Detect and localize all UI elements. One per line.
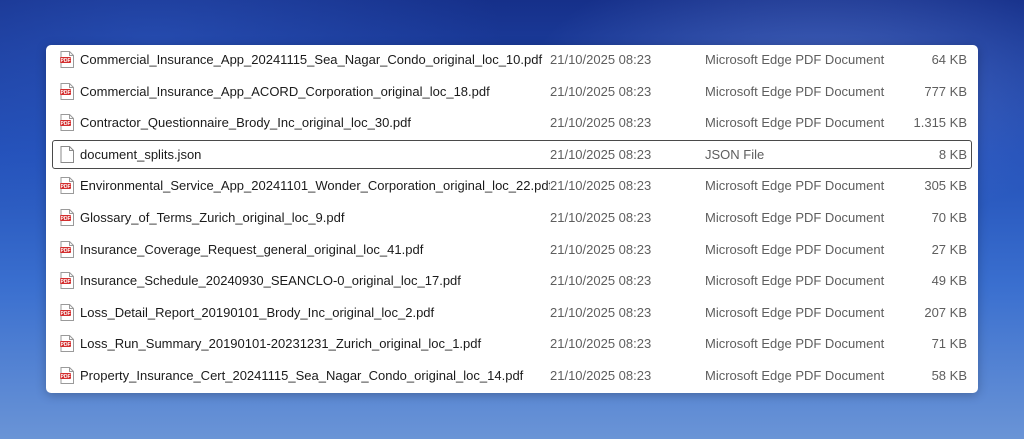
svg-text:PDF: PDF [61, 342, 71, 348]
file-row[interactable]: PDF Loss_Detail_Report_20190101_Brody_Inc… [52, 298, 972, 327]
file-row[interactable]: PDF Property_Insurance_Cert_20241115_Sea_… [52, 361, 972, 390]
file-name: Insurance_Schedule_20240930_SEANCLO-0_or… [80, 273, 461, 289]
file-type: Microsoft Edge PDF Document [705, 273, 885, 289]
file-size: 70 KB [931, 210, 967, 225]
pdf-file-icon: PDF [60, 114, 74, 132]
file-type: Microsoft Edge PDF Document [705, 178, 885, 194]
file-type: Microsoft Edge PDF Document [705, 83, 885, 99]
svg-text:PDF: PDF [61, 58, 71, 64]
file-type: Microsoft Edge PDF Document [705, 115, 885, 131]
file-row[interactable]: PDF Loss_Run_Summary_20190101-20231231_Zu… [52, 329, 972, 358]
file-date-modified: 21/10/2025 08:23 [550, 273, 652, 289]
svg-text:PDF: PDF [61, 184, 71, 190]
svg-text:PDF: PDF [61, 311, 71, 317]
file-type: Microsoft Edge PDF Document [705, 336, 885, 352]
file-size: 64 KB [931, 52, 967, 67]
file-size: 305 KB [924, 178, 967, 194]
svg-text:PDF: PDF [61, 374, 71, 380]
file-date-modified: 21/10/2025 08:23 [550, 146, 652, 162]
file-type: JSON File [705, 146, 765, 162]
svg-text:PDF: PDF [61, 248, 71, 254]
file-size: 1.315 KB [913, 115, 968, 131]
file-name: Environmental_Service_App_20241101_Wonde… [80, 178, 550, 194]
file-row[interactable]: PDF Commercial_Insurance_App_ACORD_Corpor… [52, 77, 972, 106]
file-type: Microsoft Edge PDF Document [705, 52, 885, 67]
file-name: Insurance_Coverage_Request_general_origi… [80, 241, 424, 257]
file-size: 777 KB [924, 83, 967, 99]
pdf-file-icon: PDF [60, 240, 74, 258]
pdf-file-icon: PDF [60, 303, 74, 321]
file-row[interactable]: PDF Commercial_Insurance_App_20241115_Sea… [52, 45, 972, 74]
pdf-file-icon: PDF [60, 51, 74, 68]
file-size: 27 KB [931, 241, 967, 257]
file-type: Microsoft Edge PDF Document [705, 368, 885, 383]
pdf-file-icon: PDF [60, 272, 74, 290]
file-date-modified: 21/10/2025 08:23 [550, 304, 652, 320]
svg-text:PDF: PDF [61, 121, 71, 127]
file-date-modified: 21/10/2025 08:23 [550, 241, 652, 257]
file-date-modified: 21/10/2025 08:23 [550, 210, 652, 225]
file-row[interactable]: PDF Environmental_Service_App_20241101_Wo… [52, 171, 972, 200]
file-type: Microsoft Edge PDF Document [705, 241, 885, 257]
pdf-file-icon: PDF [60, 335, 74, 353]
pdf-file-icon: PDF [60, 209, 74, 226]
file-date-modified: 21/10/2025 08:23 [550, 83, 652, 99]
file-list-panel: PDF Commercial_Insurance_App_20241115_Sea… [46, 45, 978, 393]
pdf-file-icon: PDF [60, 177, 74, 195]
file-size: 58 KB [931, 368, 967, 383]
file-date-modified: 21/10/2025 08:23 [550, 336, 652, 352]
svg-text:PDF: PDF [61, 216, 71, 222]
file-name: Loss_Run_Summary_20190101-20231231_Zuric… [80, 336, 482, 352]
file-list: PDF Commercial_Insurance_App_20241115_Sea… [46, 45, 978, 393]
file-name: Commercial_Insurance_App_ACORD_Corporati… [80, 83, 490, 99]
file-row[interactable]: PDF Glossary_of_Terms_Zurich_original_loc… [52, 203, 972, 232]
file-type: Microsoft Edge PDF Document [705, 304, 885, 320]
file-size: 8 KB [938, 146, 967, 162]
file-name: Glossary_of_Terms_Zurich_original_loc_9.… [80, 210, 345, 225]
file-name: Loss_Detail_Report_20190101_Brody_Inc_or… [80, 304, 435, 320]
file-size: 49 KB [931, 273, 967, 289]
file-name: Commercial_Insurance_App_20241115_Sea_Na… [80, 52, 543, 67]
pdf-file-icon: PDF [60, 367, 74, 384]
file-date-modified: 21/10/2025 08:23 [550, 178, 652, 194]
file-name: document_splits.json [80, 146, 202, 162]
svg-text:PDF: PDF [61, 90, 71, 96]
file-row[interactable]: PDF Insurance_Schedule_20240930_SEANCLO-0… [52, 266, 972, 295]
file-row[interactable]: document_splits.json 21/10/2025 08:23 JSON… [52, 139, 972, 169]
file-size: 71 KB [931, 336, 967, 352]
file-row[interactable]: PDF Insurance_Coverage_Request_general_or… [52, 235, 972, 264]
file-size: 207 KB [924, 304, 967, 320]
json-file-icon [60, 145, 74, 163]
file-date-modified: 21/10/2025 08:23 [550, 115, 652, 131]
file-date-modified: 21/10/2025 08:23 [550, 368, 652, 383]
svg-text:PDF: PDF [61, 279, 71, 285]
pdf-file-icon: PDF [60, 82, 74, 100]
file-date-modified: 21/10/2025 08:23 [550, 52, 652, 67]
file-type: Microsoft Edge PDF Document [705, 210, 885, 225]
file-name: Contractor_Questionnaire_Brody_Inc_origi… [80, 115, 411, 131]
file-name: Property_Insurance_Cert_20241115_Sea_Nag… [80, 368, 524, 383]
file-row[interactable]: PDF Contractor_Questionnaire_Brody_Inc_or… [52, 108, 972, 137]
